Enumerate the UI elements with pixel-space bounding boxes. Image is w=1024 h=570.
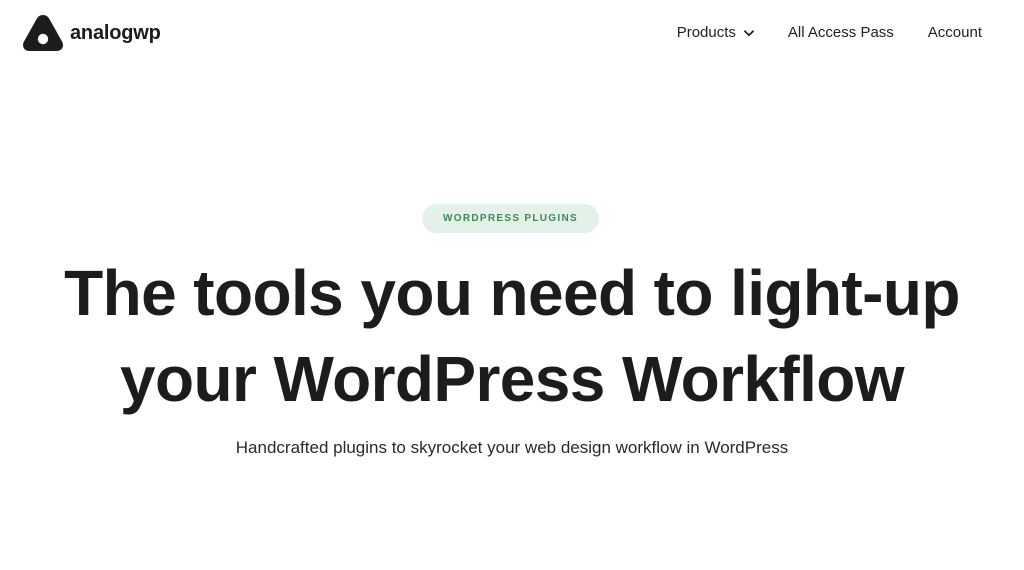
hero-headline-line-1: The tools you need to light-up — [64, 257, 960, 329]
hero-section: WORDPRESS PLUGINS The tools you need to … — [0, 0, 1024, 570]
main-nav: Products All Access Pass Account — [677, 22, 982, 44]
brand-name: analogwp — [70, 21, 161, 44]
triangle-logo-icon — [23, 15, 63, 51]
site-header: analogwp Products All Access Pass Accoun… — [0, 0, 1024, 66]
nav-item-account[interactable]: Account — [928, 22, 982, 44]
nav-item-all-access-pass[interactable]: All Access Pass — [788, 22, 894, 44]
hero-headline-line-2: your WordPress Workflow — [120, 343, 905, 415]
brand-logo-link[interactable]: analogwp — [22, 13, 161, 53]
nav-item-products[interactable]: Products — [677, 22, 754, 44]
hero-subtitle: Handcrafted plugins to skyrocket your we… — [235, 438, 789, 457]
chevron-down-icon — [744, 29, 754, 36]
nav-item-label: Products — [676, 24, 736, 41]
hero-headline: The tools you need to light-up your Word… — [20, 250, 1004, 422]
category-badge: WORDPRESS PLUGINS — [422, 204, 599, 233]
